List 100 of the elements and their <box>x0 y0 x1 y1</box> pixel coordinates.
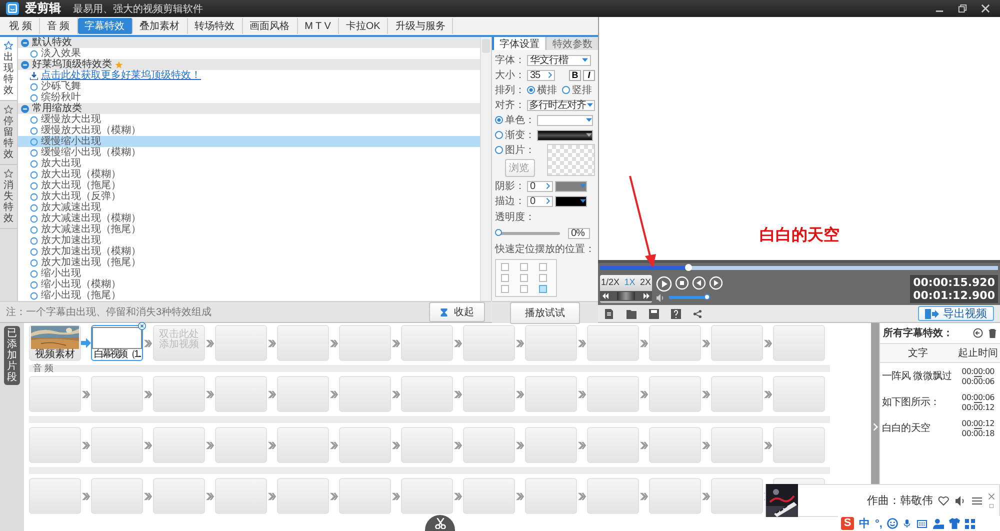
tab[interactable]: 叠加素材 <box>132 18 188 34</box>
empty-slot[interactable] <box>711 325 763 361</box>
effect-item[interactable]: 缩小出现（模糊） <box>18 279 480 290</box>
share-icon[interactable] <box>693 308 702 319</box>
shirt-icon[interactable] <box>949 518 960 529</box>
subtitle-row[interactable]: 如下图所示： 00:00:06 00:00:12 <box>880 389 1000 415</box>
empty-slot[interactable] <box>29 376 81 412</box>
size-field[interactable]: 35 <box>527 70 555 80</box>
speaker-icon[interactable] <box>955 496 966 506</box>
save-icon[interactable] <box>649 308 659 319</box>
rewind-icon[interactable] <box>602 292 609 299</box>
empty-slot[interactable] <box>215 376 267 412</box>
empty-slot[interactable] <box>773 376 825 412</box>
stop-icon[interactable] <box>675 276 689 290</box>
link[interactable]: 点击此处获取更多好莱坞顶级特效！ <box>41 70 201 81</box>
effect-item[interactable]: 缤纷秋叶 <box>18 92 480 103</box>
position-checkbox[interactable] <box>501 285 509 293</box>
effect-item[interactable]: 放大出现（反弹） <box>18 191 480 202</box>
effect-item[interactable]: 放大加速出现（模糊） <box>18 246 480 257</box>
empty-slot[interactable] <box>277 325 329 361</box>
tab[interactable]: 视 频 <box>2 18 40 34</box>
tab[interactable]: 画面风格 <box>242 18 298 34</box>
empty-slot[interactable] <box>153 478 205 514</box>
help-icon[interactable] <box>671 308 681 319</box>
empty-slot[interactable] <box>649 376 701 412</box>
tab[interactable]: 字幕特效 <box>78 18 133 34</box>
next-frame-icon[interactable] <box>709 276 723 290</box>
close-icon[interactable] <box>981 4 990 13</box>
microphone-icon[interactable] <box>903 518 912 529</box>
color-dropdown[interactable] <box>555 180 587 192</box>
empty-slot[interactable] <box>649 478 701 514</box>
back-icon[interactable] <box>973 328 983 338</box>
empty-slot[interactable] <box>215 427 267 463</box>
empty-slot[interactable] <box>29 478 81 514</box>
tab[interactable]: 转场特效 <box>188 18 243 34</box>
effect-item[interactable]: 缩小出现 <box>18 268 480 279</box>
folder-icon[interactable] <box>626 308 637 319</box>
position-checkbox[interactable] <box>539 274 547 282</box>
previous-frame-icon[interactable] <box>692 276 706 290</box>
speaker-icon[interactable] <box>656 294 665 302</box>
tab[interactable]: 特效参数 <box>545 37 598 50</box>
punctuation-toggle[interactable]: °, <box>875 518 882 530</box>
position-checkbox[interactable] <box>520 274 528 282</box>
heart-icon[interactable] <box>938 496 949 506</box>
empty-slot[interactable] <box>463 427 515 463</box>
ime-mode[interactable]: 中 <box>859 516 870 531</box>
effect-item[interactable]: 缓慢缩小出现 <box>18 136 480 147</box>
position-checkbox[interactable] <box>501 274 509 282</box>
empty-slot[interactable] <box>463 325 515 361</box>
empty-slot[interactable] <box>339 478 391 514</box>
volume-slider[interactable] <box>669 296 709 300</box>
empty-slot[interactable] <box>525 427 577 463</box>
empty-slot[interactable] <box>91 478 143 514</box>
color-dropdown[interactable] <box>555 196 587 206</box>
position-checkbox[interactable] <box>520 263 528 271</box>
empty-slot[interactable] <box>401 376 453 412</box>
empty-slot[interactable] <box>711 478 763 514</box>
empty-slot[interactable] <box>277 376 329 412</box>
font-dropdown[interactable]: 华文行楷 <box>527 54 591 66</box>
effect-item[interactable]: 沙砾飞舞 <box>18 81 480 92</box>
tab[interactable]: M T V <box>298 18 339 34</box>
ime-logo[interactable]: S <box>841 517 854 530</box>
empty-slot[interactable] <box>649 427 701 463</box>
empty-slot[interactable] <box>153 427 205 463</box>
empty-slot[interactable] <box>91 376 143 412</box>
empty-slot[interactable] <box>91 427 143 463</box>
effect-item[interactable]: 放大出现 <box>18 158 480 169</box>
subtitle-row[interactable]: 白白的天空 00:00:12 00:00:18 <box>880 415 1000 441</box>
stroke-field[interactable]: 0 <box>527 196 553 206</box>
position-checkbox[interactable] <box>501 263 509 271</box>
empty-slot[interactable] <box>463 478 515 514</box>
effect-item[interactable]: 放大减速出现（拖尾） <box>18 224 480 235</box>
effect-item[interactable]: 放大加速出现（拖尾） <box>18 257 480 268</box>
video-clip[interactable]: 视频素材 <box>29 325 81 361</box>
effect-item[interactable]: 放大加速出现 <box>18 235 480 246</box>
video-clip[interactable]: 白幕视频（1... <box>91 325 143 361</box>
effect-item[interactable]: 放大出现（模糊） <box>18 169 480 180</box>
keyboard-icon[interactable] <box>916 518 928 528</box>
bold-button[interactable]: B <box>569 70 581 80</box>
effect-item[interactable]: 缓慢缩小出现（模糊） <box>18 147 480 158</box>
group-header[interactable]: 常用缩放类 <box>18 103 480 114</box>
tab[interactable]: 卡拉OK <box>338 18 388 34</box>
export-button[interactable]: 导出视频 <box>918 306 994 322</box>
empty-slot[interactable] <box>401 325 453 361</box>
group-header[interactable]: 好莱坞顶级特效类 <box>18 59 480 70</box>
subtitle-row[interactable]: 一阵风 微微飘过 00:00:00 00:00:06 <box>880 363 1000 389</box>
empty-slot[interactable] <box>153 376 205 412</box>
empty-slot[interactable] <box>711 427 763 463</box>
empty-slot[interactable] <box>587 427 639 463</box>
align-dropdown[interactable]: 多行时左对齐 <box>527 100 595 110</box>
empty-slot[interactable] <box>525 325 577 361</box>
empty-slot[interactable] <box>339 325 391 361</box>
fast-forward-icon[interactable] <box>643 292 650 299</box>
tab[interactable]: 字体设置 <box>492 37 545 50</box>
effect-item[interactable]: 放大减速出现 <box>18 202 480 213</box>
empty-slot[interactable] <box>215 325 267 361</box>
effect-item[interactable]: 缩小出现（拖尾） <box>18 290 480 301</box>
empty-slot[interactable] <box>773 427 825 463</box>
speed-option[interactable]: 2X <box>640 276 651 287</box>
empty-slot[interactable] <box>587 478 639 514</box>
